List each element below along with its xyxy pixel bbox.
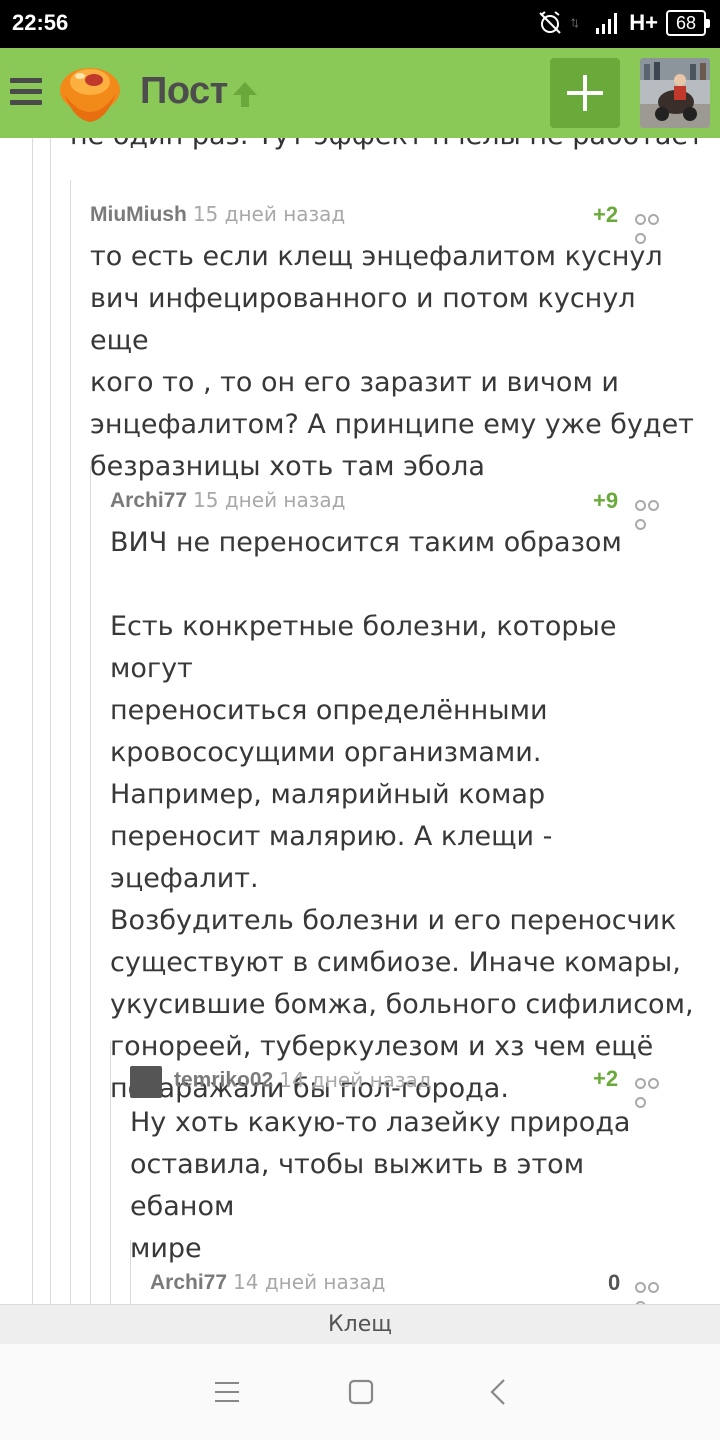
- more-options-icon[interactable]: [635, 1278, 673, 1304]
- comment-line: Есть конкретные болезни, которые могут: [110, 611, 617, 684]
- comment-time: 14 дней назад: [279, 1067, 432, 1092]
- thread-line: [32, 138, 33, 1304]
- comment-line: оставила, чтобы выжить в этом ебаном: [130, 1149, 585, 1222]
- comment-rating: +2: [593, 1066, 619, 1091]
- comment-author[interactable]: Archi77: [150, 1271, 227, 1294]
- comment-line: гонореей, туберкулезом и хз чем ещё: [110, 1031, 654, 1062]
- comment-rating: 0: [608, 1270, 621, 1295]
- more-options-icon[interactable]: [635, 496, 673, 530]
- comment-header: temriko02 14 дней назад +2: [130, 1066, 694, 1108]
- comment-author[interactable]: MiuMiush: [90, 203, 187, 226]
- comment-body: Ну хоть какую-то лазейку природа оставил…: [130, 1102, 694, 1270]
- comment-line: укусившие бомжа, больного сифилисом,: [110, 989, 694, 1020]
- comment: temriko02 14 дней назад +2 Ну хоть какую-…: [130, 1066, 694, 1270]
- up-arrow-icon[interactable]: [230, 79, 260, 109]
- comment-line: вич инфецированного и потом куснул еще: [90, 283, 636, 356]
- thread-line: [50, 138, 51, 1304]
- back-chevron-icon[interactable]: [484, 1377, 514, 1407]
- menu-icon[interactable]: [10, 78, 42, 106]
- thread-line: [90, 466, 91, 1304]
- comment-thread[interactable]: не один раз. Тут эффект пчелы не работае…: [0, 138, 720, 1304]
- comment-header: MiuMiush 15 дней назад +2: [90, 202, 694, 244]
- comment-header: Archi77 15 дней назад +9: [110, 488, 694, 530]
- data-arrows-icon: [571, 18, 579, 28]
- thread-line: [70, 180, 71, 1304]
- comment-avatar[interactable]: [130, 1066, 162, 1098]
- avatar-photo: [640, 58, 710, 128]
- alarm-off-icon: [539, 11, 561, 34]
- comment-line: то есть если клещ энцефалитом куснул: [90, 241, 663, 272]
- status-bar: 22:56 H+ 68: [0, 0, 720, 48]
- comment-line: переноситься определёнными: [110, 695, 548, 726]
- comment-rating: +2: [593, 202, 619, 227]
- comment-line: Например, малярийный комар: [110, 779, 546, 810]
- comment-time: 15 дней назад: [193, 488, 346, 512]
- comment-body: то есть если клещ энцефалитом куснул вич…: [90, 236, 694, 488]
- comment-rating: +9: [593, 488, 619, 513]
- tag-label[interactable]: Клещ: [328, 1312, 392, 1337]
- comment-line: существуют в симбиозе. Иначе комары,: [110, 947, 681, 978]
- user-avatar[interactable]: [640, 58, 710, 128]
- comment-line: энцефалитом? А принципе ему уже будет: [90, 409, 694, 440]
- tag-bar[interactable]: Клещ: [0, 1304, 720, 1344]
- comment: Archi77 14 дней назад 0: [150, 1270, 694, 1304]
- status-time: 22:56: [12, 10, 69, 35]
- comment-line: мире: [130, 1233, 202, 1264]
- add-post-button[interactable]: [550, 58, 620, 128]
- more-options-icon[interactable]: [635, 210, 673, 244]
- network-type: H+: [629, 10, 658, 35]
- comment-line: [110, 564, 694, 606]
- logo-icon[interactable]: [56, 60, 124, 126]
- comment-line: ВИЧ не переносится таким образом: [110, 527, 622, 558]
- home-square-icon[interactable]: [346, 1377, 376, 1407]
- comment-body: ВИЧ не переносится таким образом Есть ко…: [110, 522, 694, 1110]
- page-title: Пост: [140, 70, 228, 112]
- battery-indicator: 68: [665, 10, 711, 36]
- status-icons: H+ 68: [537, 8, 711, 38]
- comment-author[interactable]: temriko02: [174, 1069, 273, 1092]
- comment-time: 15 дней назад: [192, 202, 346, 226]
- system-nav-bar: [0, 1344, 720, 1440]
- comment-line: переносит малярию. А клещи - эцефалит.: [110, 821, 553, 894]
- menu-lines-icon[interactable]: [212, 1377, 242, 1407]
- comment-line: кровососущими организмами.: [110, 737, 542, 768]
- comment-header: Archi77 14 дней назад 0: [150, 1270, 694, 1304]
- comment-author[interactable]: Archi77: [110, 489, 187, 512]
- more-options-icon[interactable]: [635, 1074, 673, 1108]
- comment-line: кого то , то он его заразит и вичом и: [90, 367, 619, 398]
- signal-icon: [596, 13, 618, 34]
- comment: MiuMiush 15 дней назад +2 то есть если кл…: [90, 202, 694, 488]
- comment-time: 14 дней назад: [233, 1270, 386, 1294]
- comment-line: Возбудитель болезни и его переносчик: [110, 905, 677, 936]
- comment-line: безразницы хоть там эбола: [90, 451, 485, 482]
- comment-line: Ну хоть какую-то лазейку природа: [130, 1107, 631, 1138]
- comment: Archi77 15 дней назад +9 ВИЧ не переносит…: [110, 488, 694, 1110]
- previous-comment-text: не один раз. Тут эффект пчелы не работае…: [70, 138, 704, 151]
- app-header: Пост: [0, 48, 720, 138]
